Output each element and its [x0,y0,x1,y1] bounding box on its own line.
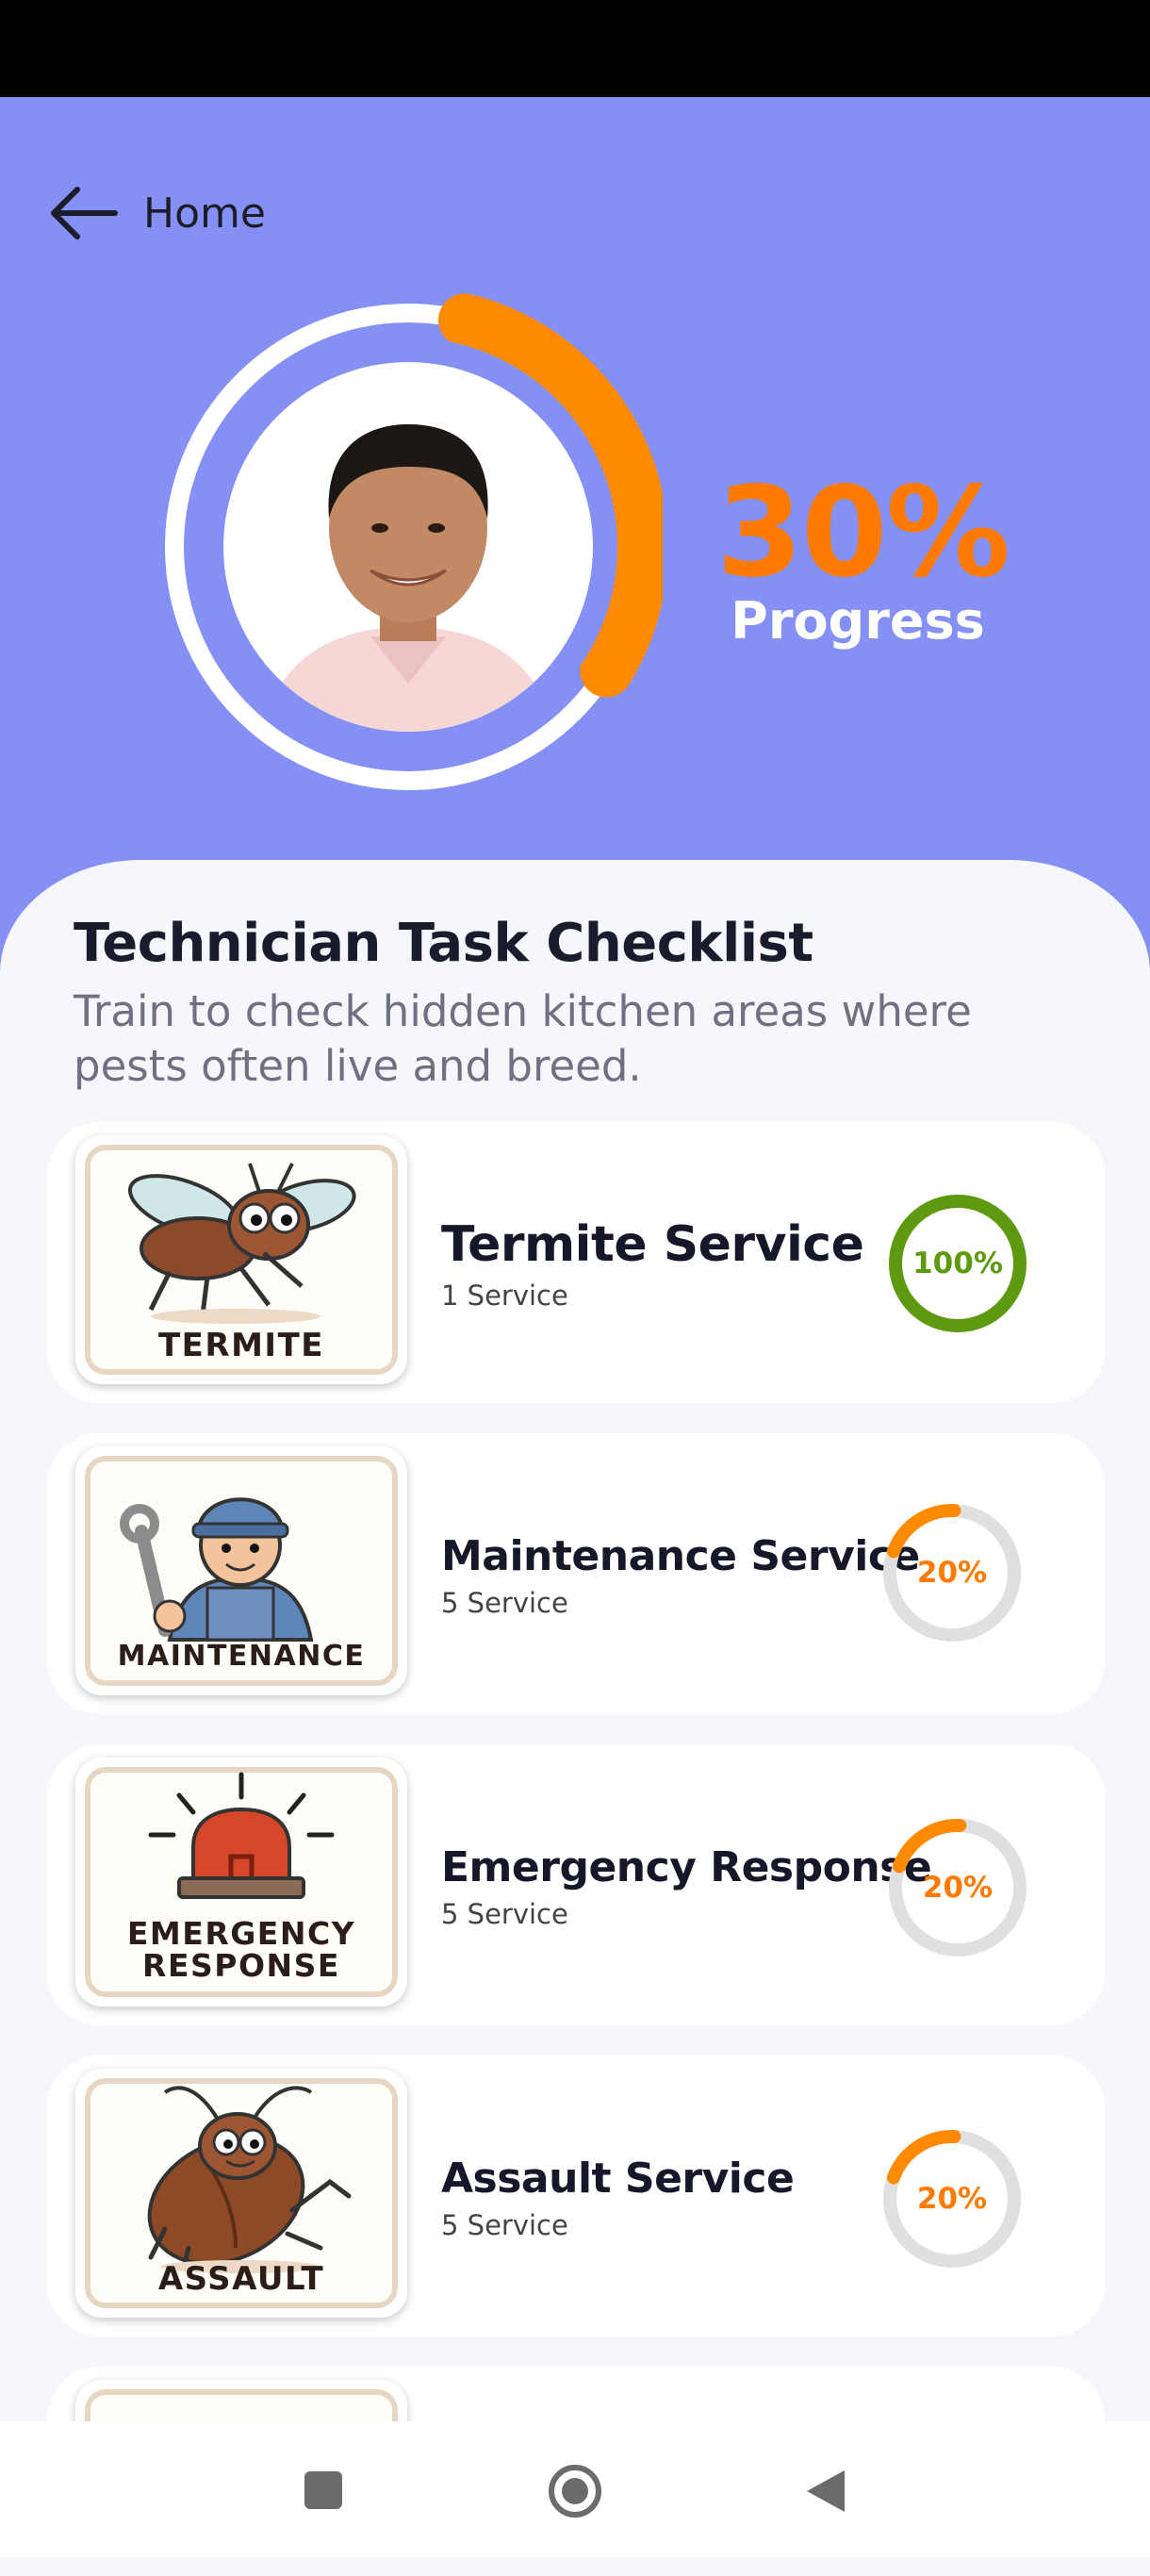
task-title: Maintenance Service [441,1532,920,1580]
progress-label: Progress [731,591,985,651]
system-nav-bar [0,2421,1150,2557]
thumb-label: TERMITE [157,1327,324,1364]
task-count: 5 Service [441,2209,568,2241]
triangle-back-icon [807,2470,845,2512]
thumb-label-line2: RESPONSE [142,1947,340,1984]
task-title: Emergency Response [441,1843,932,1891]
task-progress-ring: 100% [880,1186,1035,1341]
thumb-label: MAINTENANCE [117,1640,366,1673]
back-nav-button[interactable] [803,2467,848,2519]
checklist-title: Technician Task Checklist [74,913,813,974]
task-percent: 100% [912,1247,1003,1280]
task-thumbnail: ASSAULT [75,2069,407,2318]
task-count: 5 Service [441,1587,568,1619]
task-thumbnail: TERMITE [75,1135,407,1384]
thumb-label: ASSAULT [157,2260,325,2298]
task-progress-ring: 20% [875,2122,1029,2276]
circle-home-icon [549,2465,601,2518]
task-card-maintenance[interactable]: MAINTENANCE Maintenance Service 5 Servic… [47,1433,1105,1714]
task-card-termite[interactable]: TERMITE Termite Service 1 Service 100% [47,1122,1105,1403]
status-bar [0,0,1150,97]
task-thumbnail: MAINTENANCE [75,1446,407,1695]
progress-value: 30% [716,460,1010,605]
checklist-subtitle: Train to check hidden kitchen areas wher… [74,986,972,1091]
profile-progress-ring [154,292,663,801]
task-progress-ring: 20% [880,1810,1035,1965]
overall-progress: 30% Progress [716,460,1010,651]
arrow-left-icon [51,187,118,239]
task-percent: 20% [922,1871,994,1905]
back-label: Home [143,189,266,238]
task-percent: 20% [916,1556,988,1590]
square-icon [304,2471,342,2509]
thumb-label-line1: EMERGENCY [126,1915,356,1952]
recents-button[interactable] [302,2469,345,2516]
task-thumbnail: EMERGENCY RESPONSE [75,1758,407,2006]
home-button[interactable] [547,2463,603,2523]
task-card-emergency[interactable]: EMERGENCY RESPONSE Emergency Response 5 … [47,1744,1105,2025]
task-count: 1 Service [441,1280,568,1312]
task-progress-ring: 20% [875,1495,1029,1650]
task-percent: 20% [916,2182,988,2216]
back-button[interactable]: Home [49,184,266,242]
task-card-assault[interactable]: ASSAULT Assault Service 5 Service 20% [47,2056,1105,2337]
task-title: Assault Service [441,2155,795,2203]
task-title: Termite Service [441,1216,864,1273]
task-count: 5 Service [441,1898,568,1930]
